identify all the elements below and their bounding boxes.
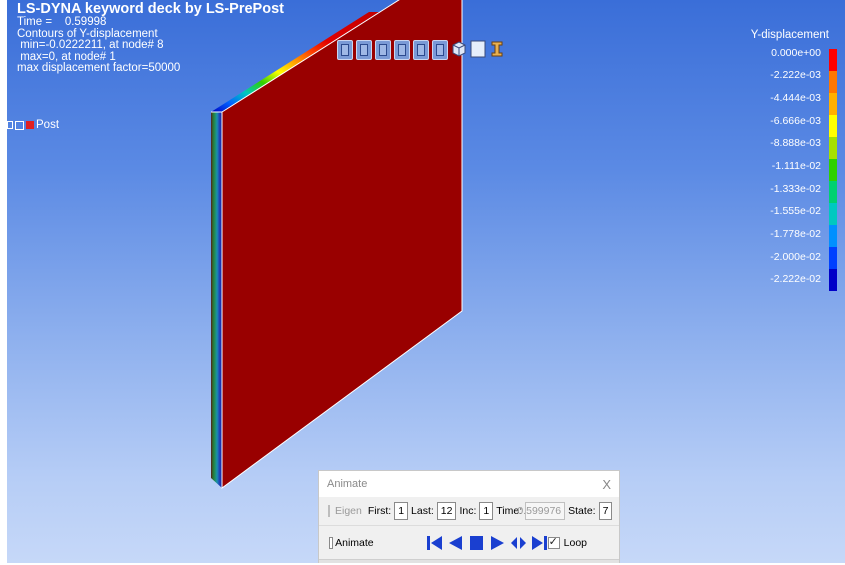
first-frame-icon — [426, 536, 442, 550]
part-color-icon — [26, 121, 34, 129]
bounce-button[interactable] — [510, 533, 527, 553]
loop-option[interactable]: Loop — [547, 535, 587, 549]
legend-seg-1 — [829, 49, 837, 71]
legend-seg-7 — [829, 181, 837, 203]
legend-value-3: -6.666e-03 — [770, 115, 821, 127]
view-icon-1[interactable] — [337, 40, 353, 60]
part-check-icon[interactable] — [15, 120, 24, 130]
animate-dialog: Animate X Eigen First: 1 Last: 12 Inc: 1… — [318, 470, 620, 563]
legend-value-0: 0.000e+00 — [771, 47, 821, 59]
graphics-viewport[interactable]: LS-DYNA keyword deck by LS-PrePost Time … — [7, 0, 845, 563]
model-title: LS-DYNA keyword deck by LS-PrePost — [17, 1, 284, 17]
play-icon — [490, 536, 504, 550]
legend-value-9: -2.000e-02 — [770, 251, 821, 263]
factor-text: max displacement factor=50000 — [17, 62, 181, 74]
legend-seg-10 — [829, 247, 837, 269]
view-icon-5[interactable] — [413, 40, 429, 60]
legend-value-2: -4.444e-03 — [770, 92, 821, 104]
plate-side-face — [211, 112, 222, 488]
dialog-title: Animate — [327, 478, 368, 490]
square-icon[interactable] — [470, 40, 486, 58]
part-visibility-icon[interactable] — [7, 121, 13, 129]
view-icon-6[interactable] — [432, 40, 448, 60]
stop-button[interactable] — [468, 533, 485, 553]
min-text: min=-0.0222211, at node# 8 — [17, 39, 164, 51]
part-label[interactable]: Post — [36, 119, 59, 131]
stop-icon — [469, 536, 483, 550]
legend-value-8: -1.778e-02 — [770, 228, 821, 240]
playback-row: Animate ✓ Loop — [319, 525, 619, 560]
eigen-checkbox[interactable] — [328, 505, 330, 517]
time-field: 0.599976 — [517, 502, 566, 520]
close-icon[interactable]: X — [602, 477, 611, 492]
view-icon-2[interactable] — [356, 40, 372, 60]
step-back-button[interactable] — [447, 533, 464, 553]
inc-label: Inc: — [459, 505, 477, 517]
inc-field[interactable]: 1 — [479, 502, 494, 520]
legend-color-bar — [829, 49, 837, 292]
animate-checkbox[interactable] — [329, 537, 334, 549]
legend-seg-11 — [829, 269, 837, 291]
last-label: Last: — [411, 505, 434, 517]
legend-value-10: -2.222e-02 — [770, 273, 821, 285]
state-label: State: — [568, 505, 596, 517]
first-field[interactable]: 1 — [394, 502, 409, 520]
legend-seg-4 — [829, 115, 837, 137]
legend-seg-3 — [829, 93, 837, 115]
time-text: Time = 0.59998 — [17, 16, 107, 28]
last-frame-button[interactable] — [531, 533, 548, 553]
cube-icon[interactable] — [451, 40, 467, 58]
part-list[interactable]: Post — [7, 119, 59, 131]
loop-label: Loop — [563, 537, 587, 549]
loop-checkbox[interactable] — [547, 535, 560, 549]
contour-legend: Y-displacement 0.000e+00 -2.222e-03 -4.4… — [717, 29, 837, 299]
legend-value-4: -8.888e-03 — [770, 137, 821, 149]
beam-icon[interactable] — [489, 40, 505, 58]
eigen-label: Eigen — [335, 505, 362, 517]
legend-seg-6 — [829, 159, 837, 181]
legend-title: Y-displacement — [750, 29, 829, 41]
view-icon-4[interactable] — [394, 40, 410, 60]
bounce-icon — [510, 537, 526, 549]
info-panel: LS-DYNA keyword deck by LS-PrePost Time … — [17, 1, 284, 75]
legend-value-1: -2.222e-03 — [770, 69, 821, 81]
play-button[interactable] — [489, 533, 506, 553]
view-icon-3[interactable] — [375, 40, 391, 60]
last-field[interactable]: 12 — [436, 502, 457, 520]
dialog-titlebar[interactable]: Animate X — [319, 471, 619, 497]
step-back-icon — [448, 536, 462, 550]
state-field[interactable]: 7 — [598, 502, 613, 520]
playback-controls — [426, 533, 548, 553]
first-label: First: — [367, 505, 392, 517]
legend-seg-5 — [829, 137, 837, 159]
legend-value-7: -1.555e-02 — [770, 205, 821, 217]
last-frame-icon — [531, 536, 547, 550]
legend-value-6: -1.333e-02 — [770, 183, 821, 195]
legend-seg-9 — [829, 225, 837, 247]
view-toolbar — [337, 40, 505, 60]
animate-label: Animate — [335, 537, 374, 549]
first-frame-button[interactable] — [426, 533, 443, 553]
dialog-bottom-strip — [319, 559, 619, 563]
legend-seg-8 — [829, 203, 837, 225]
legend-value-5: -1.111e-02 — [771, 160, 821, 172]
frame-settings-row: Eigen First: 1 Last: 12 Inc: 1 Time: 0.5… — [319, 497, 619, 525]
legend-seg-2 — [829, 71, 837, 93]
